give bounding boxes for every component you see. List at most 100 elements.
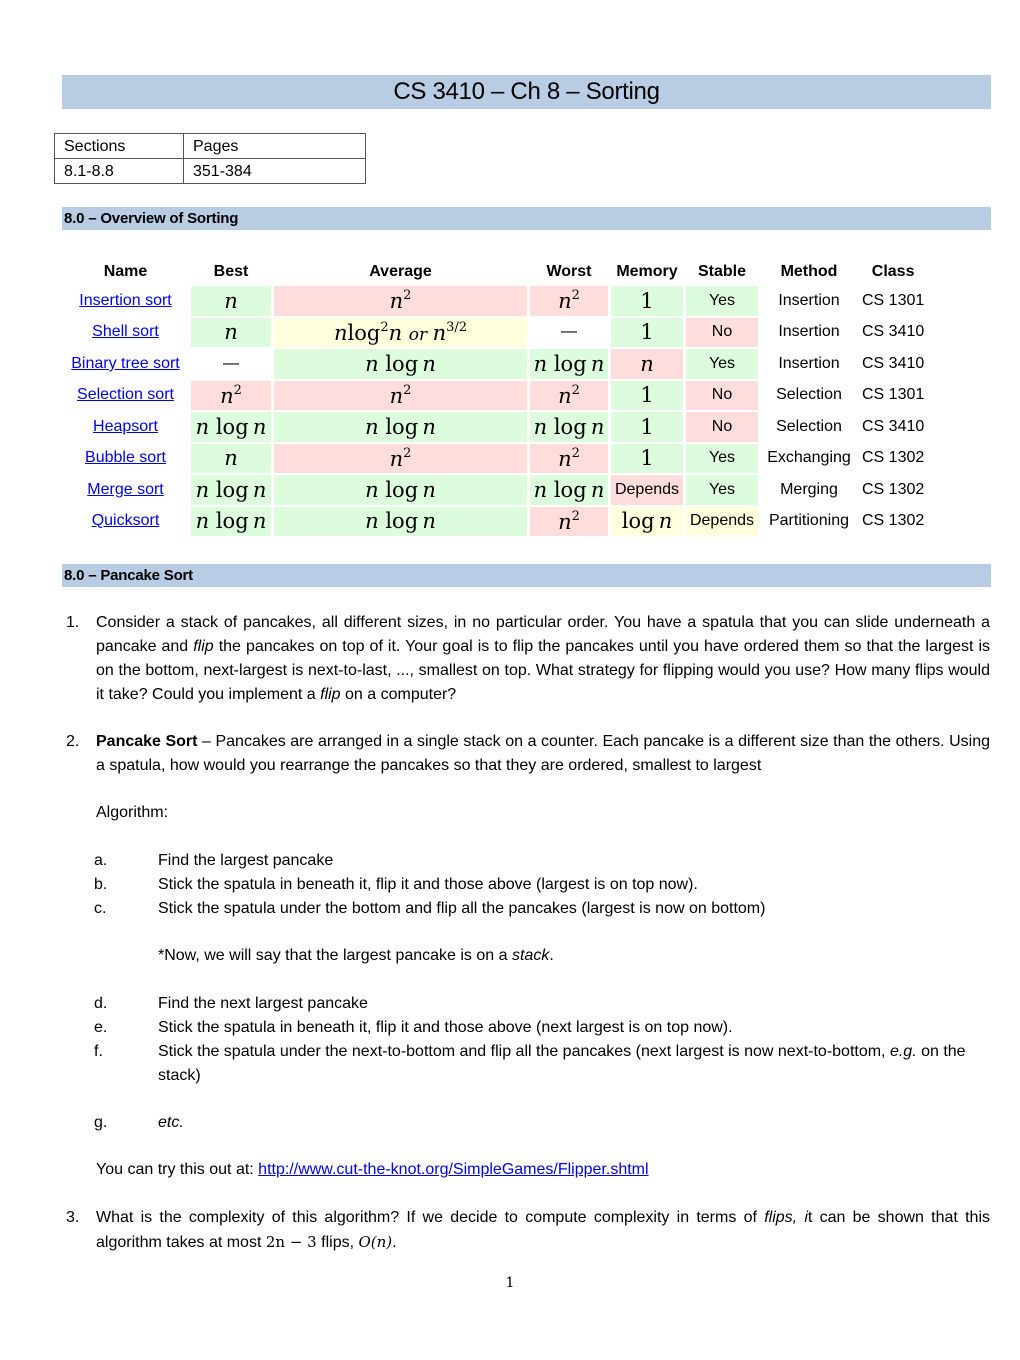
algorithm-name-cell: Bubble sort <box>63 444 188 474</box>
table-header-row: Name Best Average Worst Memory Stable Me… <box>63 260 926 284</box>
question-3: 3. What is the complexity of this algori… <box>66 1206 990 1255</box>
algorithm-name-cell: Selection sort <box>63 381 188 411</box>
big-o-formula: O(n) <box>358 1233 393 1251</box>
memory-cell: log n <box>611 506 683 536</box>
worst-cell: n log n <box>530 412 608 442</box>
overview-heading-bar: 8.0 – Overview of Sorting <box>62 207 991 230</box>
method-cell: Insertion <box>778 323 840 341</box>
table-row: Insertion sort n n2 n2 1 Yes Insertion CS 1301 <box>63 286 926 316</box>
table-row: Merge sort n log nn log nn log n Depends Ye… <box>63 475 926 505</box>
col-method: Method <box>780 263 838 280</box>
best-cell: n <box>191 317 271 347</box>
algorithm-name-cell: Quicksort <box>63 507 188 537</box>
best-cell: n <box>191 443 271 473</box>
method-cell: Selection <box>776 417 842 435</box>
algorithm-link[interactable]: Heapsort <box>93 418 158 435</box>
worst-cell: n log n <box>530 349 608 379</box>
col-class: Class <box>871 263 915 280</box>
step-c: c. Stick the spatula under the bottom and… <box>94 900 766 917</box>
try-it-line: You can try this out at: http://www.cut-… <box>96 1161 649 1178</box>
step-e: e. Stick the spatula in beneath it, flip … <box>94 1019 733 1036</box>
flip-count-formula: 2n − 3 <box>265 1233 317 1251</box>
step-f: f. Stick the spatula under the next-to-bo… <box>94 1043 966 1084</box>
algorithm-link[interactable]: Insertion sort <box>79 292 171 309</box>
memory-cell: Depends <box>611 475 683 505</box>
average-cell: n log n <box>274 349 527 379</box>
average-cell: n log n <box>274 475 527 505</box>
table-row: Bubble sort n n2 n2 1 Yes Exchanging CS 1302 <box>63 443 926 474</box>
algorithm-name-cell: Heapsort <box>63 412 188 442</box>
method-cell: Insertion <box>778 291 840 309</box>
worst-cell: n2 <box>530 506 608 536</box>
algorithm-link[interactable]: Quicksort <box>92 512 160 529</box>
list-number: 3. <box>66 1209 80 1226</box>
average-cell: nlog2n or n3/2 <box>274 317 527 347</box>
algorithm-name-cell: Insertion sort <box>63 286 188 316</box>
average-cell: n2 <box>274 380 527 410</box>
question-2: 2. Pancake Sort – Pancakes are arranged … <box>66 730 990 778</box>
algorithm-label: Algorithm: <box>96 804 169 821</box>
list-number: 2. <box>66 733 80 750</box>
class-cell: CS 1302 <box>862 480 925 498</box>
method-cell: Exchanging <box>767 449 851 467</box>
algorithm-link[interactable]: Shell sort <box>92 323 159 340</box>
worst-cell: n2 <box>530 286 608 316</box>
table-row: Quicksort n log nn log n n2 log n Depends Par… <box>63 506 926 537</box>
pancake-heading-bar: 8.0 – Pancake Sort <box>62 564 991 587</box>
class-cell: CS 1301 <box>862 386 925 404</box>
sorting-comparison-table: Name Best Average Worst Memory Stable Me… <box>60 258 929 538</box>
table-row: Selection sort n2 n2 n2 1 No Selection CS 1301 <box>63 380 926 411</box>
algorithm-link[interactable]: Selection sort <box>77 386 174 403</box>
best-cell: n2 <box>191 380 271 410</box>
stable-cell: Yes <box>686 443 758 473</box>
memory-cell: 1 <box>611 380 683 410</box>
method-cell: Partitioning <box>768 512 850 530</box>
method-cell: Selection <box>776 386 842 404</box>
class-cell: CS 3410 <box>862 354 925 372</box>
question-1: 1. Consider a stack of pancakes, all dif… <box>66 611 990 707</box>
table-row: Shell sort n nlog2n or n3/2—1 No Insertion CS… <box>63 317 926 348</box>
algorithm-name-cell: Merge sort <box>63 475 188 505</box>
table-row: Heapsort n log nn log nn log n 1 No Selectio… <box>63 412 926 442</box>
stable-cell: No <box>686 317 758 347</box>
pancake-heading: 8.0 – Pancake Sort <box>64 567 193 584</box>
stable-cell: Yes <box>686 286 758 316</box>
sections-header: Sections <box>54 133 184 159</box>
question-3-text: What is the complexity of this algorithm… <box>96 1209 990 1251</box>
document-title-bar: CS 3410 – Ch 8 – Sorting <box>62 75 991 109</box>
worst-cell: — <box>530 317 608 347</box>
algorithm-link[interactable]: Binary tree sort <box>71 355 179 372</box>
step-a: a. Find the largest pancake <box>94 852 334 869</box>
sections-table: Sections Pages 8.1-8.8 351-384 <box>54 133 366 184</box>
stable-cell: No <box>686 380 758 410</box>
stable-cell: Yes <box>686 349 758 379</box>
page-number: 1 <box>505 1275 515 1291</box>
algorithm-link[interactable]: Merge sort <box>87 481 163 498</box>
col-best: Best <box>213 263 249 280</box>
table-row: Binary tree sort — n log nn log n n Yes Inser… <box>63 349 926 379</box>
class-cell: CS 1302 <box>862 512 925 530</box>
step-b: b. Stick the spatula in beneath it, flip … <box>94 876 698 893</box>
algorithm-name-cell: Shell sort <box>63 318 188 348</box>
memory-cell: 1 <box>611 317 683 347</box>
stack-note: *Now, we will say that the largest panca… <box>158 947 554 964</box>
stable-cell: Depends <box>686 506 758 536</box>
memory-cell: 1 <box>611 443 683 473</box>
average-cell: n2 <box>274 443 527 473</box>
algorithm-link[interactable]: Bubble sort <box>85 449 166 466</box>
average-cell: n log n <box>274 412 527 442</box>
question-2-text: Pancake Sort – Pancakes are arranged in … <box>96 733 990 774</box>
flipper-link[interactable]: http://www.cut-the-knot.org/SimpleGames/… <box>258 1161 648 1178</box>
class-cell: CS 3410 <box>862 323 925 341</box>
best-cell: n log n <box>191 412 271 442</box>
col-memory: Memory <box>616 263 678 280</box>
col-worst: Worst <box>546 263 592 280</box>
step-g: g. etc. <box>94 1114 184 1131</box>
class-cell: CS 1302 <box>862 449 925 467</box>
average-cell: n log n <box>274 506 527 536</box>
average-cell: n2 <box>274 286 527 316</box>
stable-cell: No <box>686 412 758 442</box>
memory-cell: n <box>611 349 683 379</box>
best-cell: n log n <box>191 506 271 536</box>
sections-value: 8.1-8.8 <box>54 158 184 184</box>
